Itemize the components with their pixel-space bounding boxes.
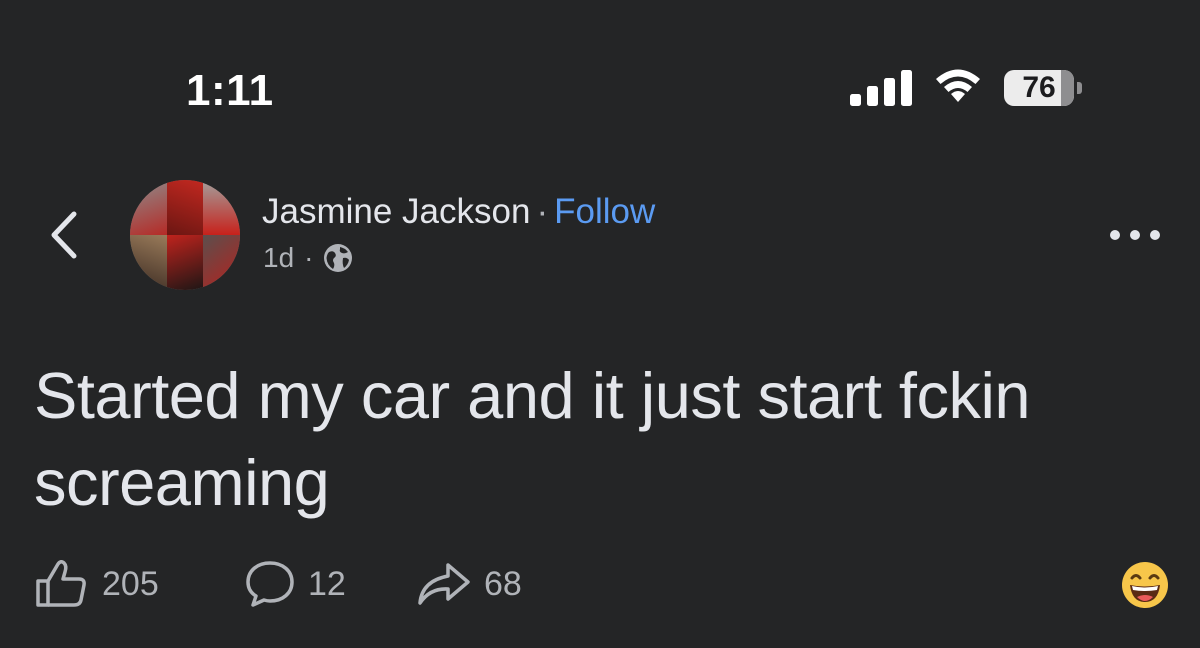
author-name[interactable]: Jasmine Jackson xyxy=(262,192,530,231)
like-count: 205 xyxy=(102,564,159,603)
chevron-left-icon[interactable] xyxy=(44,208,84,262)
action-bar: 205 12 68 xyxy=(34,556,522,612)
post-meta: 1d · xyxy=(263,242,353,274)
comment-button[interactable]: 12 xyxy=(244,559,416,609)
share-count: 68 xyxy=(484,564,522,603)
wifi-icon xyxy=(936,69,980,102)
signal-icon xyxy=(850,70,912,106)
more-horizontal-icon[interactable] xyxy=(1108,222,1162,248)
share-icon xyxy=(418,563,470,605)
author-separator: · xyxy=(536,192,549,231)
grinning-emoji-icon[interactable] xyxy=(1120,560,1170,610)
author-line: Jasmine Jackson · Follow xyxy=(262,192,655,232)
follow-button[interactable]: Follow xyxy=(554,192,655,231)
status-time: 1:11 xyxy=(186,66,274,115)
battery-icon: 76 xyxy=(1004,70,1084,106)
share-button[interactable]: 68 xyxy=(416,559,522,609)
post-timestamp[interactable]: 1d xyxy=(263,242,294,274)
post-screen: 1:11 76 Jasmine Jackson · Follow 1d · St… xyxy=(0,0,1200,648)
thumbs-up-icon xyxy=(36,559,86,607)
globe-icon xyxy=(324,244,353,272)
avatar[interactable] xyxy=(130,180,240,290)
meta-separator: · xyxy=(304,242,314,273)
post-text: Started my car and it just start fckin s… xyxy=(34,359,1031,519)
like-button[interactable]: 205 xyxy=(34,559,244,609)
comment-count: 12 xyxy=(308,564,346,603)
comment-icon xyxy=(246,561,294,607)
battery-level: 76 xyxy=(1022,71,1056,104)
